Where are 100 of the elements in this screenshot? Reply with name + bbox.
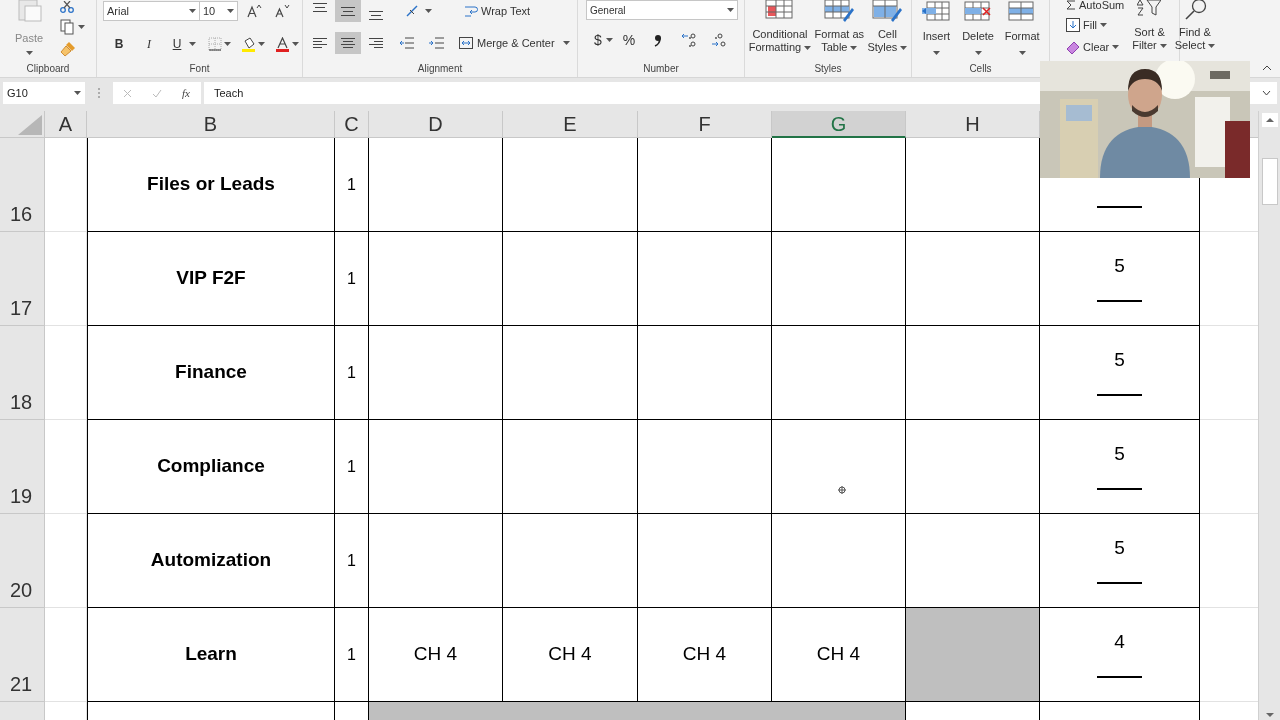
merge-center-button[interactable]: Merge & Center — [459, 33, 555, 53]
column-header[interactable]: B — [87, 111, 335, 138]
caret-icon[interactable] — [1100, 23, 1108, 27]
insert-function-button[interactable]: fx — [182, 84, 190, 102]
column-header[interactable]: H — [906, 111, 1040, 138]
find-select-button[interactable]: Find & Select — [1174, 0, 1216, 56]
row-number: 19 — [10, 484, 33, 509]
row-number: 18 — [10, 390, 33, 415]
column-header[interactable]: E — [503, 111, 638, 138]
eraser-icon — [1066, 40, 1080, 54]
caret-icon[interactable] — [189, 9, 196, 13]
caret-icon[interactable] — [727, 8, 734, 12]
bold-button[interactable]: B — [109, 34, 129, 54]
caret-icon[interactable] — [189, 42, 196, 46]
caret-icon[interactable] — [605, 38, 613, 42]
caret-icon[interactable] — [974, 50, 982, 55]
wrap-text-icon — [464, 4, 478, 18]
row-header[interactable]: 19 — [0, 420, 45, 514]
column-header[interactable]: A — [45, 111, 87, 138]
cell-text: 1 — [347, 268, 356, 289]
grip-icon — [97, 87, 101, 99]
cell-text: 1 — [347, 174, 356, 195]
name-box[interactable]: G10 — [3, 82, 85, 104]
clear-button[interactable]: Clear — [1066, 38, 1125, 56]
cell-text: CH 4 — [682, 642, 727, 667]
italic-button[interactable]: I — [139, 34, 159, 54]
cell-text: 4 — [1114, 631, 1125, 653]
cell-text: Files or Leads — [147, 172, 275, 197]
align-center-button[interactable] — [335, 32, 361, 54]
caret-icon[interactable] — [292, 42, 299, 46]
comma-icon[interactable] — [653, 33, 664, 47]
sort-filter-button[interactable]: Sort & Filter — [1132, 0, 1167, 56]
caret-icon[interactable] — [1159, 43, 1167, 48]
styles-button[interactable]: Cell Styles — [867, 0, 908, 54]
caret-icon[interactable] — [227, 9, 234, 13]
caret-icon[interactable] — [258, 42, 265, 46]
row-number: 21 — [10, 672, 33, 697]
caret-icon[interactable] — [224, 42, 231, 46]
caret-icon[interactable] — [74, 91, 81, 95]
scroll-up-icon[interactable] — [1262, 113, 1278, 127]
shrink-font-icon[interactable] — [274, 4, 290, 18]
column-header[interactable]: F — [638, 111, 772, 138]
row-number: 20 — [10, 578, 33, 603]
column-header[interactable]: D — [369, 111, 503, 138]
caret-icon[interactable] — [562, 41, 570, 45]
caret-icon[interactable] — [1018, 50, 1026, 55]
autosum-button[interactable]: AutoSum — [1066, 0, 1125, 12]
align-right-icon — [369, 38, 383, 48]
cell-text: CH 4 — [413, 642, 458, 667]
caret-icon[interactable] — [78, 25, 85, 29]
decrease-decimal-icon[interactable] — [711, 32, 728, 48]
collapse-ribbon-icon[interactable] — [1262, 65, 1272, 71]
font-size-dropdown[interactable]: 10 — [200, 1, 238, 21]
percent-button[interactable]: % — [622, 30, 636, 50]
align-middle-button[interactable] — [335, 0, 361, 22]
fill-button[interactable]: Fill — [1066, 16, 1125, 34]
caret-icon[interactable] — [850, 45, 858, 50]
column-header[interactable]: C — [335, 111, 369, 138]
scissors-icon[interactable] — [60, 1, 74, 13]
underline-rule — [1097, 300, 1142, 302]
column-header[interactable]: G — [772, 111, 906, 138]
merge-icon — [459, 37, 473, 49]
caret-icon[interactable] — [804, 45, 812, 50]
caret-icon[interactable] — [900, 45, 908, 50]
currency-button[interactable]: $ — [594, 30, 602, 50]
caret-icon[interactable] — [932, 50, 940, 55]
cell-text: CH 4 — [816, 642, 861, 667]
cell-text: 5 — [1114, 443, 1125, 465]
cells-button[interactable]: Insert — [921, 0, 952, 55]
caret-icon[interactable] — [25, 50, 33, 55]
caret-icon[interactable] — [1208, 43, 1216, 48]
cell-text: 1 — [347, 550, 356, 571]
styles-button[interactable]: Conditional Formatting — [748, 0, 812, 54]
underline-button[interactable]: U — [167, 34, 187, 54]
underline-rule — [1097, 488, 1142, 490]
scroll-thumb[interactable] — [1262, 158, 1278, 205]
font-name-dropdown[interactable]: Arial — [103, 1, 200, 21]
borders-icon[interactable] — [208, 37, 222, 51]
vertical-scrollbar[interactable] — [1258, 111, 1280, 720]
fill-color-icon[interactable] — [241, 36, 256, 52]
wrap-text-button[interactable]: Wrap Text — [464, 1, 531, 21]
copy-icon[interactable] — [60, 19, 74, 35]
font-color-icon[interactable] — [275, 36, 290, 52]
row-header[interactable]: 20 — [0, 514, 45, 608]
sigma-icon — [1066, 0, 1076, 10]
caret-icon[interactable] — [1112, 45, 1120, 49]
cells-button[interactable]: Format — [1004, 0, 1040, 55]
underline-rule — [1097, 206, 1142, 208]
caret-icon[interactable] — [425, 9, 432, 13]
number-format-dropdown[interactable]: General — [586, 0, 738, 20]
row-header[interactable]: 17 — [0, 232, 45, 326]
row-header[interactable]: 16 — [0, 138, 45, 232]
cells-button[interactable]: Delete — [962, 0, 994, 55]
increase-decimal-icon[interactable] — [681, 32, 698, 48]
styles-button[interactable]: Format as Table — [814, 0, 865, 54]
grow-font-icon[interactable] — [246, 4, 262, 18]
magnifier-icon — [1183, 0, 1207, 20]
underline-rule — [1097, 676, 1142, 678]
row-header[interactable]: 21 — [0, 608, 45, 702]
row-header[interactable]: 18 — [0, 326, 45, 420]
